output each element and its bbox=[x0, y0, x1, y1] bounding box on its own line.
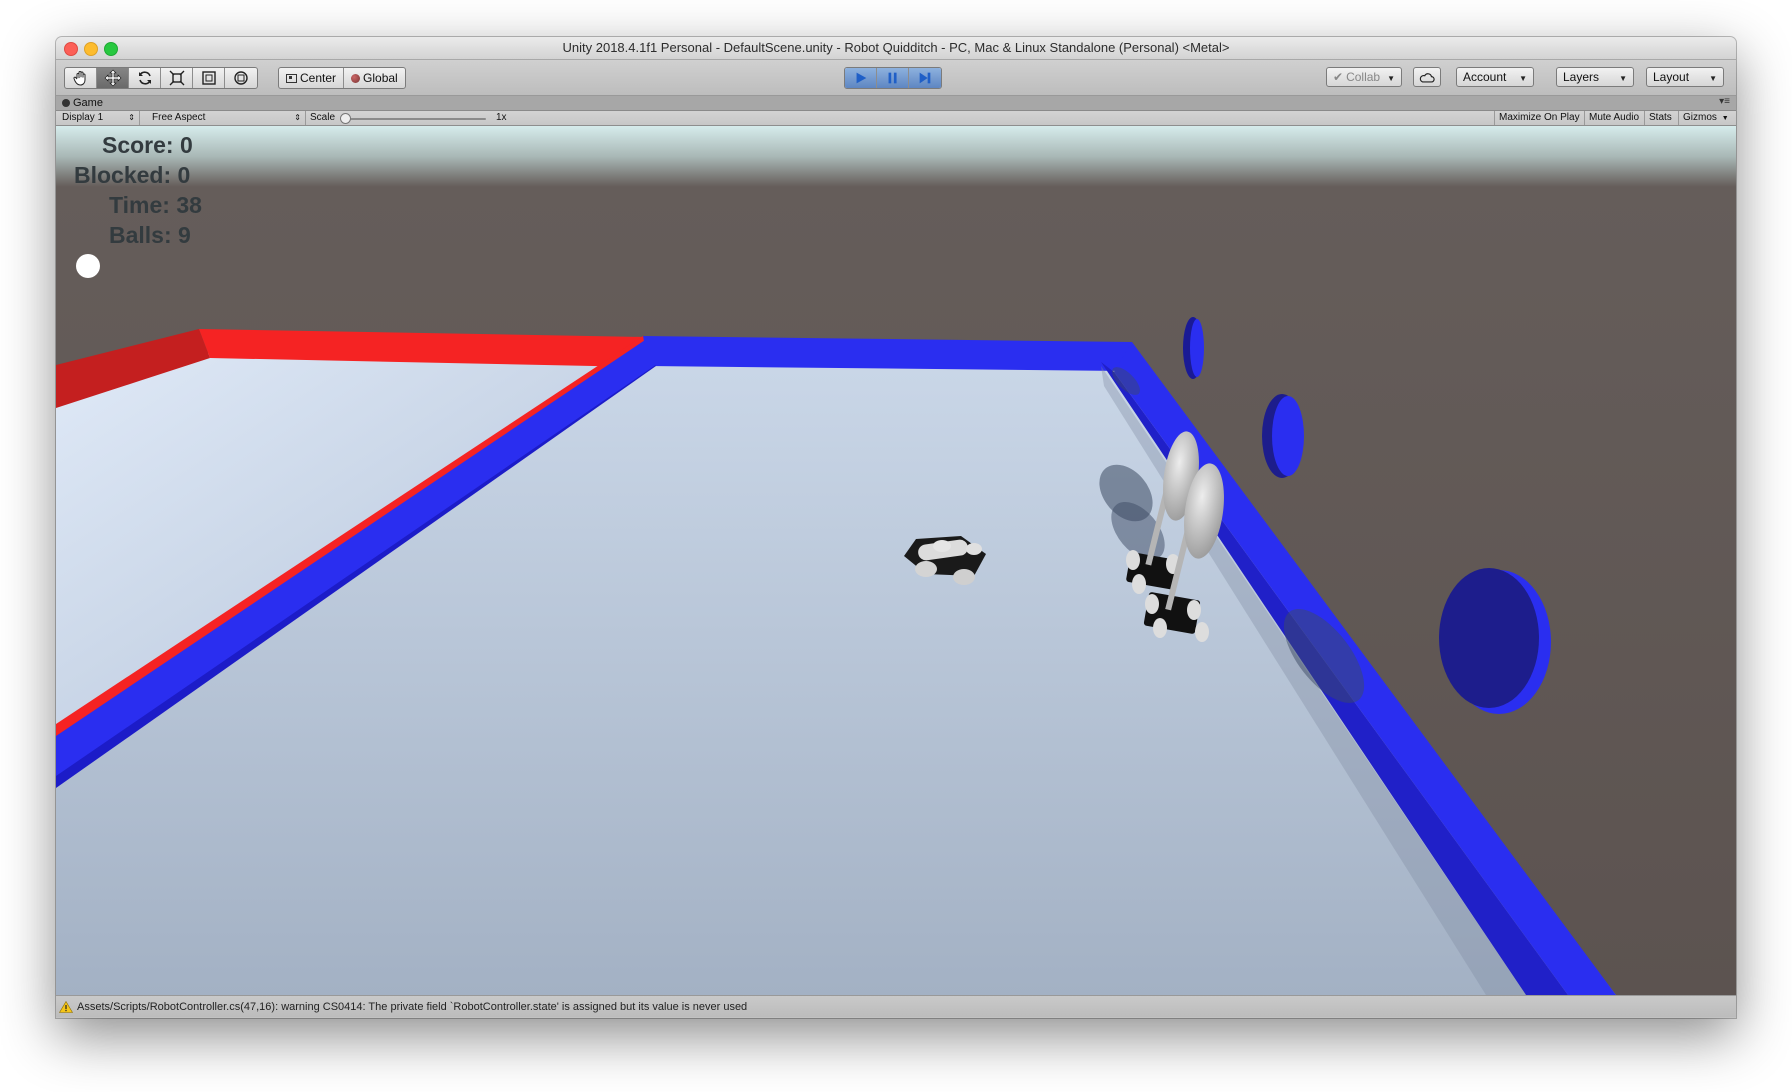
collab-dropdown[interactable]: ✔ Collab ▼ bbox=[1326, 67, 1402, 87]
global-icon bbox=[351, 73, 361, 83]
step-button[interactable] bbox=[909, 68, 941, 88]
game-controller-icon bbox=[62, 99, 70, 107]
game-viewport[interactable]: Score: 0 Blocked: 0 Time: 38 Balls: 9 bbox=[56, 126, 1736, 995]
status-message: Assets/Scripts/RobotController.cs(47,16)… bbox=[77, 1000, 748, 1013]
scale-slider-thumb[interactable] bbox=[340, 113, 351, 124]
transform-tools bbox=[64, 67, 258, 89]
chevron-down-icon: ▼ bbox=[1709, 74, 1717, 83]
scale-icon bbox=[169, 70, 184, 86]
cloud-button[interactable] bbox=[1413, 67, 1441, 87]
rotate-icon bbox=[138, 71, 151, 85]
playmode-controls bbox=[844, 67, 942, 89]
chevron-down-icon: ▼ bbox=[1519, 74, 1527, 83]
close-window-button[interactable] bbox=[64, 42, 78, 56]
chevron-down-icon: ▼ bbox=[1619, 74, 1627, 83]
pivot-center-button[interactable]: Center bbox=[279, 68, 345, 88]
layers-dropdown[interactable]: Layers ▼ bbox=[1556, 67, 1634, 87]
panel-menu-icon[interactable]: ▾≡ bbox=[1719, 96, 1730, 108]
collab-label: Collab bbox=[1346, 70, 1381, 84]
gizmos-dropdown[interactable]: Gizmos ▼ bbox=[1678, 111, 1736, 125]
tab-game-label: Game bbox=[73, 97, 103, 109]
game-view-toolbar: Display 1 ⇕ Free Aspect ⇕ Scale 1x Maxim… bbox=[56, 111, 1736, 126]
chevron-down-icon: ▼ bbox=[1387, 74, 1395, 83]
window-title: Unity 2018.4.1f1 Personal - DefaultScene… bbox=[562, 40, 1230, 55]
chevron-down-icon: ▼ bbox=[1721, 115, 1729, 122]
blocked-text: Blocked: 0 bbox=[74, 162, 191, 188]
move-arrows-icon bbox=[104, 69, 121, 87]
mute-audio-toggle[interactable]: Mute Audio bbox=[1584, 111, 1643, 125]
main-toolbar: Center Global ✔ Collab ▼ Account ▼ Layer… bbox=[56, 60, 1736, 96]
account-label: Account bbox=[1463, 70, 1507, 84]
aspect-label: Free Aspect bbox=[152, 112, 206, 123]
title-bar: Unity 2018.4.1f1 Personal - DefaultScene… bbox=[56, 37, 1736, 60]
play-icon bbox=[856, 72, 866, 84]
aspect-select[interactable]: Free Aspect ⇕ bbox=[146, 111, 306, 125]
panel-tab-bar: Game ▾≡ bbox=[56, 96, 1736, 111]
collab-check-icon: ✔ bbox=[1333, 70, 1344, 84]
goal-ring-middle-edge bbox=[1272, 396, 1304, 476]
status-bar[interactable]: Assets/Scripts/RobotController.cs(47,16)… bbox=[56, 995, 1736, 1017]
hand-tool-button[interactable] bbox=[65, 68, 97, 88]
rotate-tool-button[interactable] bbox=[129, 68, 161, 88]
transform-icon bbox=[234, 71, 248, 85]
minimize-window-button[interactable] bbox=[84, 42, 98, 56]
rect-tool-button[interactable] bbox=[193, 68, 225, 88]
scale-label: Scale bbox=[310, 112, 336, 123]
hand-icon bbox=[72, 71, 85, 86]
scale-tool-button[interactable] bbox=[161, 68, 193, 88]
display-label: Display 1 bbox=[62, 112, 104, 123]
stepper-arrows-icon: ⇕ bbox=[128, 113, 135, 122]
layers-label: Layers bbox=[1563, 70, 1600, 84]
stats-toggle[interactable]: Stats bbox=[1644, 111, 1676, 125]
transform-tool-button[interactable] bbox=[225, 68, 257, 88]
warning-icon bbox=[59, 1000, 73, 1013]
maximize-window-button[interactable] bbox=[104, 42, 118, 56]
layout-label: Layout bbox=[1653, 70, 1690, 84]
rect-icon bbox=[201, 71, 216, 85]
balls-text: Balls: 9 bbox=[109, 222, 191, 248]
move-tool-button[interactable] bbox=[97, 68, 129, 88]
scale-value: 1x bbox=[496, 112, 507, 123]
cloud-icon bbox=[1419, 72, 1435, 83]
pivot-global-label: Global bbox=[363, 71, 398, 85]
pause-button[interactable] bbox=[877, 68, 909, 88]
display-select[interactable]: Display 1 ⇕ bbox=[56, 111, 140, 125]
ball-indicator bbox=[76, 254, 100, 278]
gizmos-label: Gizmos bbox=[1683, 112, 1717, 123]
account-dropdown[interactable]: Account ▼ bbox=[1456, 67, 1534, 87]
step-icon bbox=[919, 72, 931, 84]
goal-ring-far-edge bbox=[1190, 319, 1204, 377]
scale-slider-track[interactable] bbox=[340, 118, 486, 120]
maximize-on-play-toggle[interactable]: Maximize On Play bbox=[1494, 111, 1584, 125]
pivot-center-icon bbox=[286, 73, 297, 83]
tab-game[interactable]: Game bbox=[62, 96, 103, 110]
pivot-global-button[interactable]: Global bbox=[344, 68, 405, 88]
pause-icon bbox=[888, 72, 897, 84]
layout-dropdown[interactable]: Layout ▼ bbox=[1646, 67, 1724, 87]
pivot-center-label: Center bbox=[300, 71, 337, 85]
goal-ring-near bbox=[1439, 568, 1539, 708]
time-text: Time: 38 bbox=[109, 192, 202, 218]
stepper-arrows-icon: ⇕ bbox=[294, 113, 301, 122]
unity-window: Unity 2018.4.1f1 Personal - DefaultScene… bbox=[56, 37, 1736, 1018]
game-scene bbox=[56, 126, 1736, 995]
play-button[interactable] bbox=[845, 68, 877, 88]
blue-wall-back bbox=[643, 336, 1132, 371]
pivot-toggle-group: Center Global bbox=[278, 67, 406, 89]
score-text: Score: 0 bbox=[102, 132, 193, 158]
